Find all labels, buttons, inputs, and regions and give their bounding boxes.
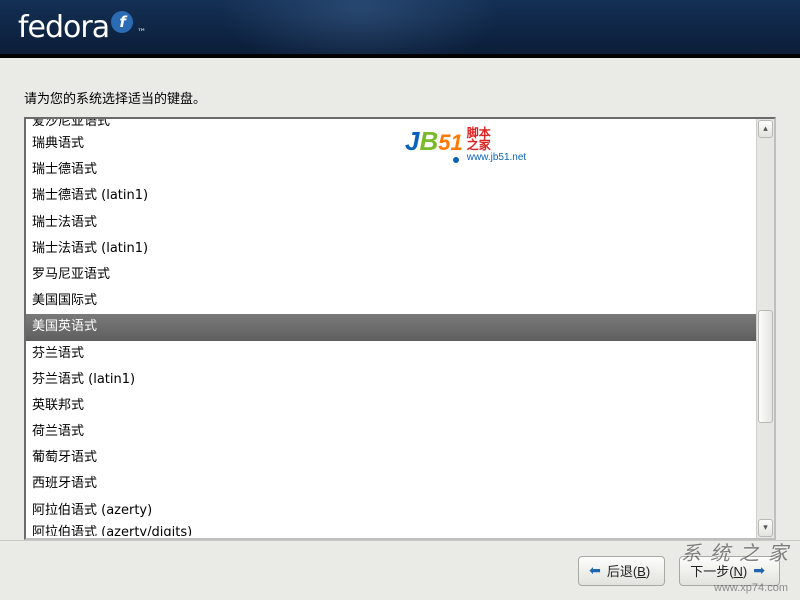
- scroll-down-button[interactable]: ▾: [758, 519, 773, 537]
- installer-header: fedora f ™: [0, 0, 800, 58]
- prompt-text: 请为您的系统选择适当的键盘。: [24, 88, 776, 107]
- scroll-track[interactable]: [757, 139, 774, 518]
- list-item[interactable]: 瑞士法语式 (latin1): [26, 236, 756, 262]
- list-item[interactable]: 瑞士德语式: [26, 157, 756, 183]
- chevron-down-icon: ▾: [763, 523, 768, 533]
- list-item[interactable]: 芬兰语式 (latin1): [26, 367, 756, 393]
- scroll-thumb[interactable]: [758, 310, 773, 424]
- scroll-up-button[interactable]: ▴: [758, 120, 773, 138]
- list-item[interactable]: 瑞士法语式: [26, 210, 756, 236]
- list-item[interactable]: 阿拉伯语式 (azerty/digits): [26, 524, 756, 536]
- brand-tm: ™: [137, 28, 145, 38]
- list-item[interactable]: 瑞士德语式 (latin1): [26, 183, 756, 209]
- keyboard-list-viewport: 爱沙尼亚语式瑞典语式瑞士德语式瑞士德语式 (latin1)瑞士法语式瑞士法语式 …: [26, 119, 756, 538]
- list-item[interactable]: 爱沙尼亚语式: [26, 119, 756, 131]
- next-button-label: 下一步(N): [690, 561, 747, 580]
- main-content: 请为您的系统选择适当的键盘。 爱沙尼亚语式瑞典语式瑞士德语式瑞士德语式 (lat…: [0, 58, 800, 540]
- list-item[interactable]: 芬兰语式: [26, 341, 756, 367]
- back-button-label: 后退(B): [607, 561, 650, 580]
- list-item[interactable]: 英联邦式: [26, 393, 756, 419]
- list-item[interactable]: 荷兰语式: [26, 419, 756, 445]
- footer-bar: ⬅ 后退(B) 下一步(N) ➡ 系 统 之 家 www.xp74.com: [0, 540, 800, 600]
- list-item[interactable]: 罗马尼亚语式: [26, 262, 756, 288]
- arrow-right-icon: ➡: [753, 562, 765, 579]
- list-item[interactable]: 美国英语式: [26, 314, 756, 340]
- list-item[interactable]: 美国国际式: [26, 288, 756, 314]
- arrow-left-icon: ⬅: [589, 562, 601, 579]
- list-item[interactable]: 瑞典语式: [26, 131, 756, 157]
- back-button[interactable]: ⬅ 后退(B): [578, 556, 665, 586]
- chevron-up-icon: ▴: [763, 124, 768, 134]
- scrollbar[interactable]: ▴ ▾: [756, 119, 774, 538]
- fedora-mark-icon: f: [111, 11, 133, 33]
- list-item[interactable]: 阿拉伯语式 (azerty): [26, 498, 756, 524]
- list-item[interactable]: 西班牙语式: [26, 471, 756, 497]
- list-item[interactable]: 葡萄牙语式: [26, 445, 756, 471]
- keyboard-listbox[interactable]: 爱沙尼亚语式瑞典语式瑞士德语式瑞士德语式 (latin1)瑞士法语式瑞士法语式 …: [24, 117, 776, 540]
- brand-name: fedora: [18, 10, 109, 45]
- next-button[interactable]: 下一步(N) ➡: [679, 556, 780, 586]
- fedora-logo: fedora f ™: [18, 10, 145, 45]
